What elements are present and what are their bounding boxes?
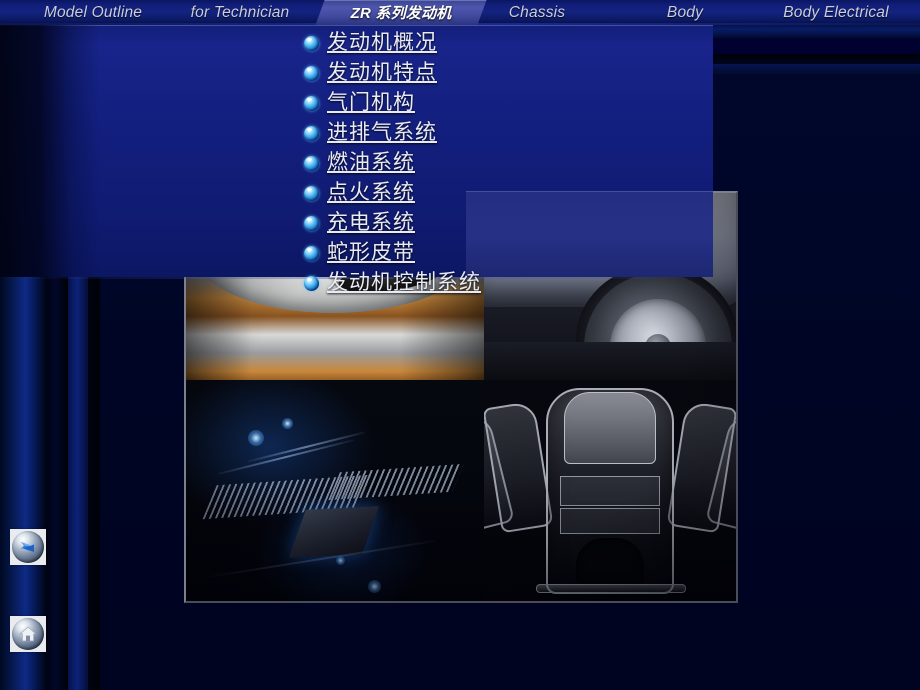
roof-panel-shape — [564, 392, 656, 464]
circuit-glow-3 — [368, 580, 381, 593]
forward-button[interactable] — [10, 529, 46, 565]
bullet-sphere-icon — [304, 125, 319, 141]
menu-item-label: 气门机构 — [327, 91, 415, 114]
circuit-glow-1 — [248, 430, 264, 446]
tab-body-electrical[interactable]: Body Electrical — [760, 0, 912, 25]
circuit-glow-4 — [336, 556, 345, 565]
tab-for-technician[interactable]: for Technician — [170, 0, 310, 25]
bullet-sphere-icon — [304, 245, 319, 261]
menu-item-label: 发动机控制系统 — [327, 271, 481, 294]
menu-item-charging-system[interactable]: 充电系统 — [304, 208, 644, 238]
floor-crossbar-2 — [560, 508, 660, 534]
menu-item-label: 蛇形皮带 — [327, 241, 415, 264]
home-button[interactable] — [10, 616, 46, 652]
menu-item-label: 点火系统 — [327, 181, 415, 204]
menu-item-label: 进排气系统 — [327, 121, 437, 144]
menu-item-serpentine-belt[interactable]: 蛇形皮带 — [304, 238, 644, 268]
menu-item-engine-features[interactable]: 发动机特点 — [304, 58, 644, 88]
menu-item-valve-mechanism[interactable]: 气门机构 — [304, 88, 644, 118]
slide-stage: 发动机概况 发动机特点 气门机构 进排气系统 燃油系统 点火系统 充电系统 蛇形… — [0, 0, 920, 690]
bullet-sphere-icon — [304, 35, 319, 51]
front-bumper-shape — [536, 584, 686, 593]
circuit-trace-2 — [247, 431, 365, 463]
bullet-sphere-icon — [304, 95, 319, 111]
menu-item-engine-control-system[interactable]: 发动机控制系统 — [304, 268, 644, 298]
menu-item-label: 发动机概况 — [327, 31, 437, 54]
panel-left-shading — [0, 25, 100, 277]
menu-item-fuel-system[interactable]: 燃油系统 — [304, 148, 644, 178]
bullet-sphere-icon — [304, 215, 319, 231]
tab-label: Chassis — [508, 3, 566, 21]
tab-zr-series-engine[interactable]: ZR 系列发动机 — [330, 0, 472, 25]
tab-label: for Technician — [190, 3, 290, 21]
bullet-sphere-icon — [304, 275, 319, 291]
menu-item-engine-overview[interactable]: 发动机概况 — [304, 28, 644, 58]
top-navigation-bar: Model Outline for Technician ZR 系列发动机 Ch… — [0, 0, 920, 25]
home-icon — [12, 618, 44, 650]
menu-item-label: 燃油系统 — [327, 151, 415, 174]
tab-chassis[interactable]: Chassis — [490, 0, 584, 25]
engine-bay-opening — [576, 538, 644, 584]
ground-shadow — [484, 342, 736, 380]
menu-item-intake-exhaust-system[interactable]: 进排气系统 — [304, 118, 644, 148]
tab-label: Model Outline — [43, 3, 143, 21]
bullet-sphere-icon — [304, 155, 319, 171]
tab-label: ZR 系列发动机 — [350, 5, 452, 22]
circuit-trace-1 — [217, 439, 355, 475]
bullet-sphere-icon — [304, 185, 319, 201]
tab-model-outline[interactable]: Model Outline — [18, 0, 168, 25]
topic-menu-list: 发动机概况 发动机特点 气门机构 进排气系统 燃油系统 点火系统 充电系统 蛇形… — [304, 28, 644, 298]
tab-body[interactable]: Body — [640, 0, 730, 25]
menu-item-label: 充电系统 — [327, 211, 415, 234]
bullet-sphere-icon — [304, 65, 319, 81]
menu-item-label: 发动机特点 — [327, 61, 437, 84]
floor-crossbar-1 — [560, 476, 660, 506]
car-body-frame-photo — [484, 380, 736, 601]
forward-arrow-icon — [12, 531, 44, 563]
menu-item-ignition-system[interactable]: 点火系统 — [304, 178, 644, 208]
tab-label: Body Electrical — [783, 3, 889, 21]
chip-pin-row-2 — [328, 463, 464, 501]
circuit-glow-2 — [282, 418, 293, 429]
tab-label: Body — [666, 3, 704, 21]
circuit-board-photo — [186, 380, 484, 601]
